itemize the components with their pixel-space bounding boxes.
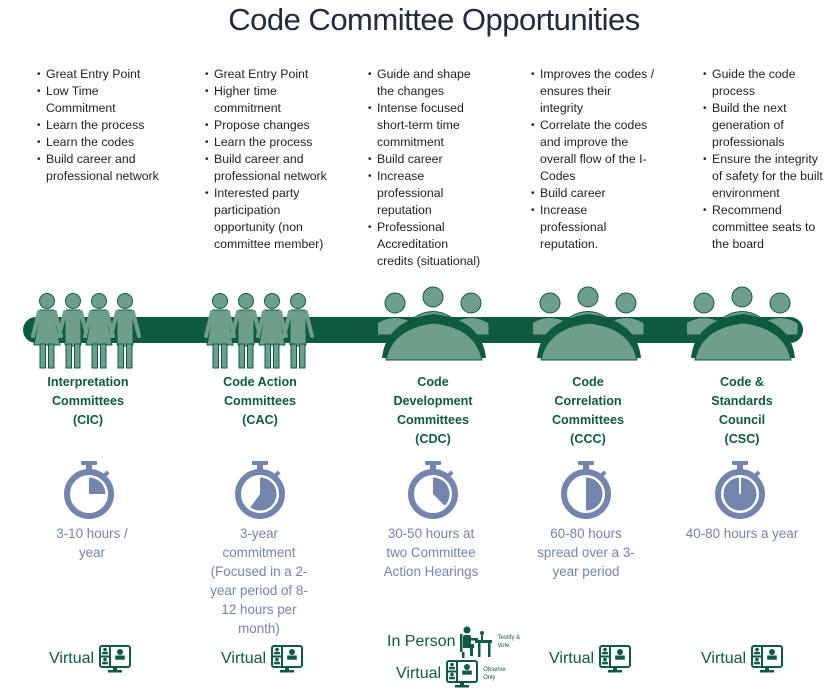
virtual-meeting-icon [446, 660, 479, 688]
benefit-item: Propose changes [205, 117, 330, 134]
participation-cac: Virtual [221, 645, 304, 673]
benefit-item: Professional Accreditation credits (situ… [368, 219, 486, 270]
benefit-item: Guide and shape the changes [368, 66, 486, 100]
virtual-meeting-icon [751, 645, 784, 673]
participation-cic: Virtual [49, 645, 132, 673]
committee-name-ccc: Code Correlation Committees (CCC) [518, 373, 658, 449]
participation-label: Virtual [549, 650, 595, 667]
benefit-item: Low Time Commitment [37, 83, 162, 117]
time-commitment-cac: 3-year commitment (Focused in a 2-year p… [210, 526, 308, 636]
time-commitment-cic: 3-10 hours / year [56, 526, 128, 560]
benefit-item: Improves the codes / ensures their integ… [531, 66, 656, 117]
participation-label: Virtual [701, 650, 747, 667]
virtual-meeting-icon [599, 645, 632, 673]
benefit-item: Increase professional reputation [368, 168, 486, 219]
participation-label: Virtual [221, 650, 267, 667]
committee-name-cdc: Code Development Committees (CDC) [363, 373, 503, 449]
participation-note: Testify & Vote [497, 635, 521, 649]
virtual-meeting-icon [271, 645, 304, 673]
committee-name-line: Interpretation [47, 375, 129, 389]
stopwatch-icon [408, 461, 458, 519]
participation-ccc: Virtual [549, 645, 632, 673]
committee-name-line: Code Action [223, 375, 297, 389]
committee-name-line: Committees [551, 413, 625, 427]
committee-name-line: (CDC) [415, 432, 451, 446]
committee-name-line: (CCC) [570, 432, 606, 446]
committee-name-line: Standards [711, 394, 773, 408]
committee-name-line: Code [572, 375, 604, 389]
benefits-list-cdc: Guide and shape the changesIntense focus… [368, 66, 486, 270]
benefit-item: Great Entry Point [37, 66, 162, 83]
benefit-item: Build career and professional network [37, 151, 162, 185]
benefits-list-ccc: Improves the codes / ensures their integ… [531, 66, 656, 253]
committee-name-line: Code & [719, 375, 765, 389]
stopwatch-icon [561, 461, 611, 519]
benefits-list-cic: Great Entry PointLow Time CommitmentLear… [37, 66, 162, 185]
people-holding-hands-icon [31, 293, 141, 369]
person-at-desk-icon [460, 626, 493, 658]
benefits-list-csc: Guide the code processBuild the next gen… [703, 66, 828, 253]
meeting-table-icon [687, 286, 799, 361]
committee-name-line: Development [393, 394, 473, 408]
committee-name-line: (CIC) [72, 413, 104, 427]
time-commitment-cdc: 30-50 hours at two Committee Action Hear… [383, 526, 479, 579]
benefit-item: Correlate the codes and improve the over… [531, 117, 656, 185]
benefit-item: Build the next generation of professiona… [703, 100, 828, 151]
benefit-item: Increase professional reputation. [531, 202, 656, 253]
committee-name-line: (CAC) [242, 413, 278, 427]
participation-label: Virtual [49, 650, 95, 667]
benefit-item: Learn the process [205, 134, 330, 151]
benefit-item: Ensure the integrity of safety for the b… [703, 151, 828, 202]
virtual-meeting-icon [99, 645, 132, 673]
participation-label: In Person [387, 633, 456, 650]
benefits-list-cac: Great Entry PointHigher time commitmentP… [205, 66, 330, 253]
page-title: Code Committee Opportunities [228, 2, 640, 37]
committee-name-line: (CSC) [724, 432, 760, 446]
participation-cdc-in-person: In Person Testify & Vote [387, 626, 529, 658]
committee-name-line: Committees [396, 413, 470, 427]
participation-csc: Virtual [701, 645, 784, 673]
benefit-item: Great Entry Point [205, 66, 330, 83]
committee-name-line: Correlation [554, 394, 622, 408]
time-commitment-csc: 40-80 hours a year [685, 526, 799, 541]
time-commitment-ccc: 60-80 hours spread over a 3-year period [537, 526, 635, 579]
meeting-table-icon [378, 286, 490, 361]
benefit-item: Recommend committee seats to the board [703, 202, 828, 253]
stopwatch-icon [64, 461, 114, 519]
committee-name-line: Code [417, 375, 449, 389]
benefit-item: Learn the codes [37, 134, 162, 151]
committee-name-cic: Interpretation Committees (CIC) [18, 373, 158, 430]
participation-label: Virtual [396, 665, 442, 682]
people-holding-hands-icon [204, 293, 314, 369]
committee-name-line: Council [718, 413, 766, 427]
benefit-item: Higher time commitment [205, 83, 330, 117]
benefit-item: Learn the process [37, 117, 162, 134]
benefit-item: Guide the code process [703, 66, 828, 100]
committee-name-line: Committees [51, 394, 125, 408]
benefit-item: Build career and professional network [205, 151, 330, 185]
benefit-item: Build career [368, 151, 486, 168]
benefit-item: Intense focused short-term time commitme… [368, 100, 486, 151]
committee-name-line: Committees [223, 394, 297, 408]
participation-note: Observe Only [483, 667, 506, 681]
committee-name-csc: Code & Standards Council (CSC) [672, 373, 812, 449]
benefit-item: Interested party participation opportuni… [205, 185, 330, 253]
benefit-item: Build career [531, 185, 656, 202]
stopwatch-icon [715, 461, 765, 519]
participation-cdc-virtual: Virtual Observe Only [396, 660, 515, 688]
committee-name-cac: Code Action Committees (CAC) [190, 373, 330, 430]
stopwatch-icon [235, 461, 285, 519]
meeting-table-icon [533, 286, 645, 361]
